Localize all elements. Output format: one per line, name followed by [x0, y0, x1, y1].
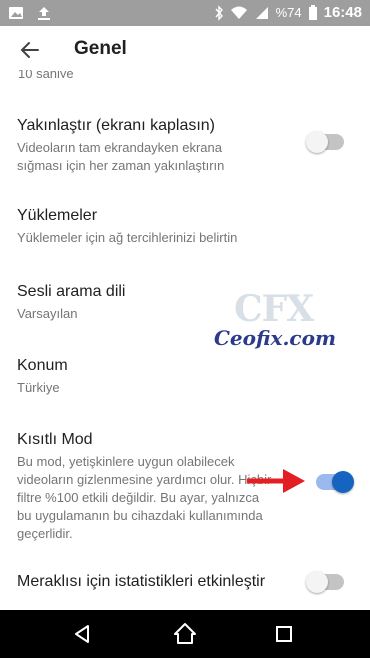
- setting-zoom-fill[interactable]: Yakınlaştır (ekranı kaplasın) Videoların…: [17, 116, 267, 175]
- setting-description: Türkiye: [17, 380, 60, 395]
- upload-icon: [38, 7, 50, 20]
- setting-location[interactable]: Konum Türkiye: [17, 356, 267, 397]
- bluetooth-icon: [215, 4, 223, 21]
- setting-description: Yüklemeler için ağ tercihlerinizi belirt…: [17, 230, 238, 245]
- battery-icon: [308, 4, 317, 20]
- page-title: Genel: [74, 38, 127, 59]
- watermark: CFX Ceofix.com: [214, 288, 336, 358]
- setting-downloads[interactable]: Yüklemeler Yüklemeler için ağ tercihleri…: [17, 206, 267, 247]
- restricted-mode-toggle[interactable]: [316, 471, 354, 493]
- watermark-logo: CFX: [234, 288, 314, 330]
- setting-stats-for-nerds[interactable]: Meraklısı için istatistikleri etkinleşti…: [17, 572, 307, 592]
- battery-percent: %74: [275, 5, 302, 20]
- cut-off-setting-value: 10 saniye: [18, 70, 74, 78]
- setting-title: Meraklısı için istatistikleri etkinleşti…: [17, 573, 266, 590]
- setting-title: Yakınlaştır (ekranı kaplasın): [17, 117, 216, 134]
- toggle-knob: [306, 571, 328, 593]
- setting-title: Yüklemeler: [17, 207, 98, 224]
- setting-description: Bu mod, yetişkinlere uygun olabilecek vi…: [17, 454, 272, 541]
- stats-for-nerds-toggle[interactable]: [306, 571, 344, 593]
- toggle-knob: [306, 131, 328, 153]
- clock: 16:48: [323, 4, 362, 21]
- status-bar: %74 16:48: [0, 0, 370, 26]
- wifi-icon: [230, 6, 247, 19]
- annotation-arrow-icon: [247, 469, 305, 493]
- back-arrow-icon[interactable]: [18, 38, 42, 62]
- nav-recents-icon[interactable]: [272, 622, 296, 646]
- zoom-fill-toggle[interactable]: [306, 131, 344, 153]
- setting-title: Konum: [17, 357, 68, 374]
- setting-title: Kısıtlı Mod: [17, 431, 93, 448]
- navigation-bar: [0, 610, 370, 658]
- nav-back-icon[interactable]: [70, 622, 94, 646]
- setting-description: Videoların tam ekrandayken ekrana sığmas…: [17, 140, 225, 173]
- app-bar: Genel: [0, 26, 370, 74]
- signal-icon: [255, 6, 268, 19]
- nav-home-icon[interactable]: [173, 622, 197, 646]
- toggle-knob: [332, 471, 354, 493]
- setting-restricted-mode[interactable]: Kısıtlı Mod Bu mod, yetişkinlere uygun o…: [17, 430, 277, 543]
- image-icon: [9, 7, 23, 19]
- watermark-url: Ceofix.com: [214, 326, 337, 350]
